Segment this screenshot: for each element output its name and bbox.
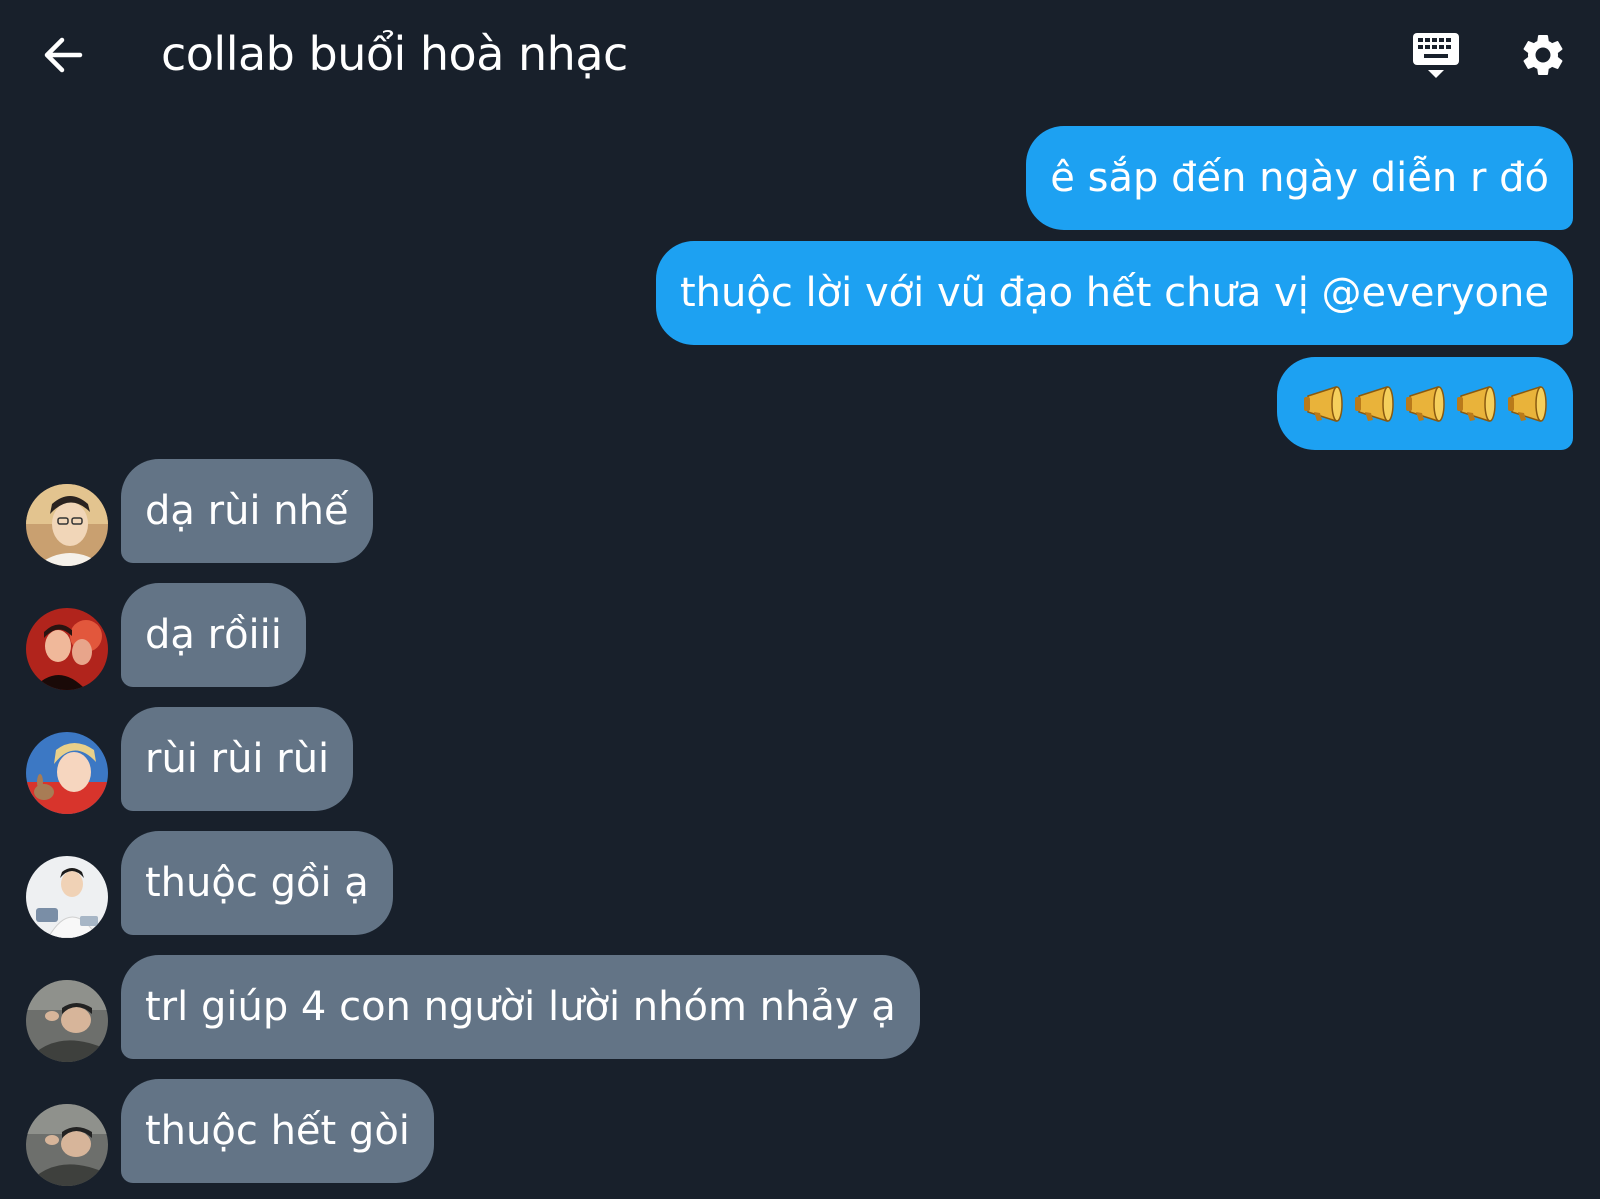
chat-title: collab buổi hoà nhạc [161,27,628,81]
avatar[interactable] [26,484,108,566]
message-text: rùi rùi rùi [145,736,330,782]
back-button[interactable] [38,30,88,80]
avatar[interactable] [26,608,108,690]
keyboard-button[interactable] [1410,30,1466,82]
outgoing-emoji-message[interactable] [1277,357,1573,450]
keyboard-icon [1413,33,1459,78]
incoming-message[interactable]: rùi rùi rùi [121,707,354,811]
settings-button[interactable] [1518,30,1568,80]
incoming-message[interactable]: trl giúp 4 con người lười nhóm nhảy ạ [121,955,920,1059]
avatar[interactable] [26,1104,108,1186]
message-text: ê sắp đến ngày diễn r đó [1050,155,1549,201]
avatar[interactable] [26,980,108,1062]
megaphone-icon [1304,385,1343,422]
outgoing-message[interactable]: thuộc lời với vũ đạo hết chưa vị @everyo… [655,241,1573,345]
incoming-message[interactable]: thuộc gồi ạ [121,831,393,935]
gear-icon [1523,34,1563,75]
outgoing-message[interactable]: ê sắp đến ngày diễn r đó [1026,126,1573,230]
message-text: dạ rùi nhế [145,488,349,534]
incoming-message[interactable]: dạ rùi nhế [121,459,373,563]
megaphone-icon [1508,385,1547,422]
message-text: thuộc gồi ạ [145,860,369,906]
message-text: dạ rồiii [145,612,282,658]
megaphone-icon [1355,385,1394,422]
megaphone-icon [1457,385,1496,422]
chat-screen: collab buổi hoà nhạc ê sắp đến ngày diễn… [0,0,1600,1199]
message-text: thuộc lời với vũ đạo hết chưa vị @everyo… [679,270,1549,316]
message-text: thuộc hết gòi [145,1108,410,1154]
incoming-message[interactable]: thuộc hết gòi [121,1079,434,1183]
megaphone-icon [1406,385,1445,422]
emoji-row [1302,357,1551,450]
arrow-left-icon [44,37,83,73]
avatar[interactable] [26,732,108,814]
avatar[interactable] [26,856,108,938]
message-text: trl giúp 4 con người lười nhóm nhảy ạ [145,984,896,1030]
chat-header: collab buổi hoà nhạc [0,0,1600,110]
incoming-message[interactable]: dạ rồiii [121,583,306,687]
